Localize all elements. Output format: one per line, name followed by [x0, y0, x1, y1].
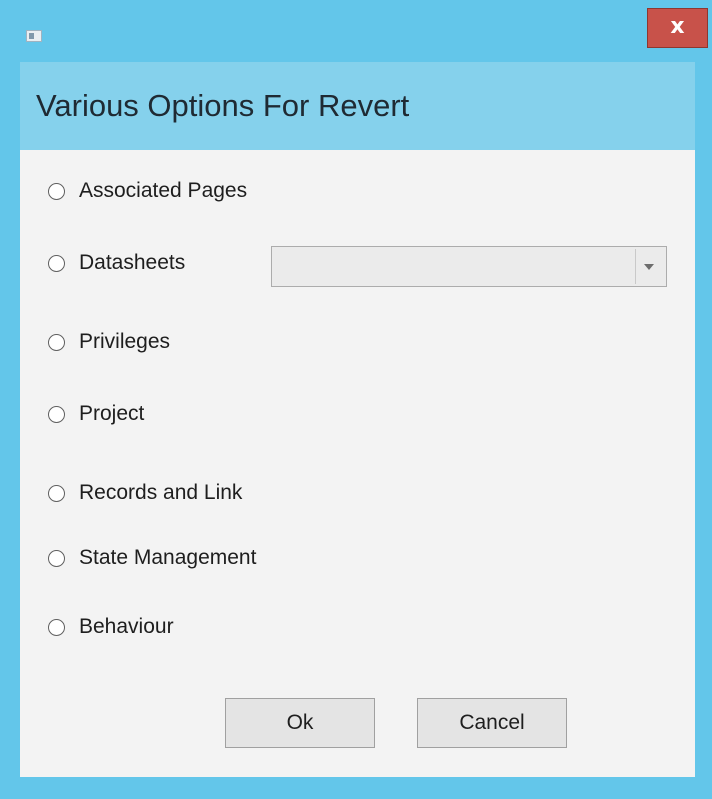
title-bar[interactable]: x — [0, 0, 712, 62]
chevron-down-icon[interactable] — [644, 264, 654, 270]
dialog-title: Various Options For Revert — [36, 88, 410, 123]
radio-button-icon[interactable] — [48, 405, 65, 423]
cancel-button[interactable]: Cancel — [417, 698, 567, 748]
dialog-header: Various Options For Revert — [20, 62, 695, 150]
option-state-management[interactable]: State Management — [48, 543, 256, 573]
option-records-and-link[interactable]: Records and Link — [48, 478, 242, 508]
option-label: Privileges — [79, 330, 171, 353]
option-behaviour[interactable]: Behaviour — [48, 612, 174, 642]
dropdown-divider — [635, 249, 636, 284]
options-panel: Associated Pages Datasheets Privileges P… — [20, 150, 695, 777]
close-icon: x — [670, 14, 685, 39]
radio-button-icon[interactable] — [48, 549, 65, 567]
option-datasheets[interactable]: Datasheets — [48, 248, 185, 278]
radio-button-icon[interactable] — [48, 333, 65, 351]
option-label: Associated Pages — [79, 179, 248, 202]
option-label: Project — [79, 402, 145, 425]
app-window-icon — [26, 30, 42, 42]
option-project[interactable]: Project — [48, 399, 144, 429]
revert-options-window: x Various Options For Revert Associated … — [0, 0, 712, 799]
option-label: Behaviour — [79, 615, 174, 638]
option-label: State Management — [79, 546, 257, 569]
option-privileges[interactable]: Privileges — [48, 327, 170, 357]
ok-button[interactable]: Ok — [225, 698, 375, 748]
option-label: Records and Link — [79, 481, 243, 504]
close-button[interactable]: x — [647, 8, 708, 48]
option-associated-pages[interactable]: Associated Pages — [48, 176, 247, 206]
datasheets-dropdown[interactable] — [271, 246, 667, 287]
radio-button-icon[interactable] — [48, 254, 65, 272]
option-label: Datasheets — [79, 251, 186, 274]
radio-button-icon[interactable] — [48, 618, 65, 636]
radio-button-icon[interactable] — [48, 182, 65, 200]
radio-button-icon[interactable] — [48, 484, 65, 502]
